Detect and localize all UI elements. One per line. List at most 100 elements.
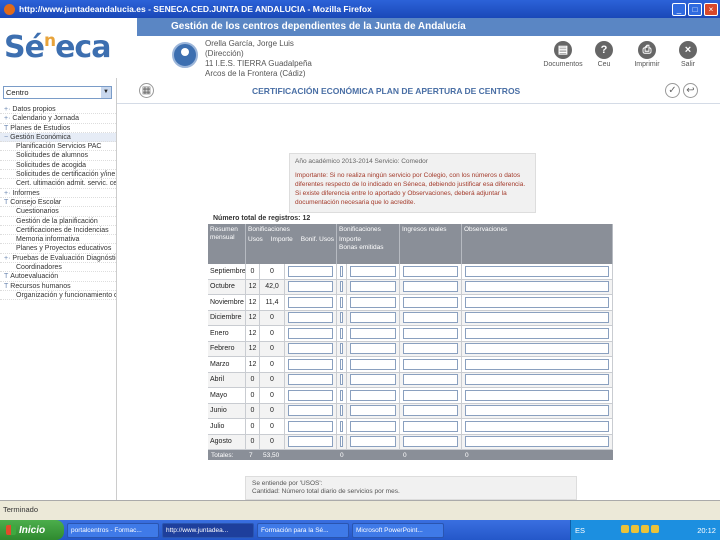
bonif-usos-input[interactable] [288, 327, 333, 339]
bonif-usos-input[interactable] [288, 343, 333, 355]
observaciones-input[interactable] [465, 420, 609, 432]
sidebar-item[interactable]: Solicitudes de acogida [0, 161, 116, 171]
sidebar-item[interactable]: Gestión de la planificación [0, 217, 116, 226]
observaciones-input[interactable] [465, 436, 609, 448]
taskbar-item[interactable]: portalcentros - Formac... [67, 522, 159, 538]
bonif-usos-input[interactable] [288, 420, 333, 432]
back-arrow-icon[interactable]: ↩ [683, 83, 698, 98]
ingresos-input[interactable] [403, 281, 458, 293]
importe-2-input[interactable] [350, 281, 396, 293]
observaciones-input[interactable] [465, 343, 609, 355]
bonif-2-input[interactable] [340, 312, 343, 324]
language-indicator[interactable]: ES [575, 526, 585, 535]
sidebar-item[interactable]: Cert. ultimación admit. servic. certi [0, 179, 116, 189]
bonif-usos-input[interactable] [288, 312, 333, 324]
bonif-2-input[interactable] [340, 296, 343, 308]
sidebar-item[interactable]: Memoria informativa [0, 235, 116, 245]
ingresos-input[interactable] [403, 436, 458, 448]
bonif-usos-input[interactable] [288, 265, 333, 277]
sidebar-item[interactable]: T Planes de Estudios [0, 124, 116, 133]
importe-2-input[interactable] [350, 296, 396, 308]
observaciones-input[interactable] [465, 312, 609, 324]
exit-button[interactable]: × Salir [664, 41, 712, 68]
sidebar-item[interactable]: +· Informes [0, 189, 116, 198]
sidebar-item[interactable]: Solicitudes de certificación y/ine [0, 170, 116, 180]
importe-2-input[interactable] [350, 436, 396, 448]
ingresos-input[interactable] [403, 265, 458, 277]
importe-2-input[interactable] [350, 374, 396, 386]
ingresos-input[interactable] [403, 343, 458, 355]
ingresos-input[interactable] [403, 312, 458, 324]
bonif-usos-input[interactable] [288, 405, 333, 417]
sidebar-item[interactable]: Planes y Proyectos educativos [0, 244, 116, 254]
bonif-2-input[interactable] [340, 281, 343, 293]
observaciones-input[interactable] [465, 374, 609, 386]
center-select[interactable]: Centro ▼ [3, 86, 112, 99]
bonif-2-input[interactable] [340, 265, 343, 277]
importe-2-input[interactable] [350, 327, 396, 339]
observaciones-input[interactable] [465, 389, 609, 401]
bonif-2-input[interactable] [340, 420, 343, 432]
ingresos-input[interactable] [403, 358, 458, 370]
maximize-button[interactable]: □ [688, 2, 702, 16]
observaciones-input[interactable] [465, 405, 609, 417]
sidebar-item[interactable]: T Autoevaluación [0, 272, 116, 282]
observaciones-input[interactable] [465, 281, 609, 293]
observaciones-input[interactable] [465, 265, 609, 277]
calculator-icon[interactable]: ▦ [139, 83, 154, 98]
importe-2-input[interactable] [350, 265, 396, 277]
bonif-usos-input[interactable] [288, 296, 333, 308]
bonif-usos-input[interactable] [288, 389, 333, 401]
sidebar-item[interactable]: Organización y funcionamiento del B [0, 291, 116, 301]
observaciones-input[interactable] [465, 296, 609, 308]
importe-2-input[interactable] [350, 358, 396, 370]
bonif-2-input[interactable] [340, 436, 343, 448]
bonif-2-input[interactable] [340, 374, 343, 386]
minimize-button[interactable]: _ [672, 2, 686, 16]
ingresos-input[interactable] [403, 327, 458, 339]
sidebar-item[interactable]: T Recursos humanos [0, 282, 116, 291]
close-window-button[interactable]: × [704, 2, 718, 16]
sidebar-item[interactable]: +· Calendario y Jornada [0, 114, 116, 124]
ingresos-input[interactable] [403, 405, 458, 417]
sidebar-item[interactable]: +· Pruebas de Evaluación Diagnóstica [0, 254, 116, 264]
importe-2-input[interactable] [350, 420, 396, 432]
observaciones-input[interactable] [465, 327, 609, 339]
taskbar-item[interactable]: http://www.juntadea... [162, 522, 254, 538]
sidebar-item[interactable]: Coordinadores [0, 263, 116, 273]
sidebar-item[interactable]: − Gestión Económica [0, 132, 116, 143]
start-button[interactable]: Inicio [0, 520, 64, 540]
tray-icon[interactable] [631, 525, 640, 533]
sidebar-item[interactable]: T Consejo Escolar [0, 198, 116, 208]
bonif-usos-input[interactable] [288, 374, 333, 386]
bonif-2-input[interactable] [340, 405, 343, 417]
help-button[interactable]: ? Ceu [580, 41, 628, 68]
ingresos-input[interactable] [403, 389, 458, 401]
importe-2-input[interactable] [350, 312, 396, 324]
importe-2-input[interactable] [350, 389, 396, 401]
bonif-usos-input[interactable] [288, 281, 333, 293]
ingresos-input[interactable] [403, 374, 458, 386]
importe-2-input[interactable] [350, 343, 396, 355]
bonif-usos-input[interactable] [288, 436, 333, 448]
sidebar-item[interactable]: Planificación Servicios PAC [0, 142, 116, 152]
bonif-2-input[interactable] [340, 327, 343, 339]
taskbar-item[interactable]: Microsoft PowerPoint... [352, 522, 444, 538]
ingresos-input[interactable] [403, 296, 458, 308]
sidebar-item[interactable]: Certificaciones de Incidencias [0, 226, 116, 236]
bonif-2-input[interactable] [340, 343, 343, 355]
bonif-usos-input[interactable] [288, 358, 333, 370]
tray-icon[interactable] [621, 525, 630, 533]
sidebar-item[interactable]: Solicitudes de alumnos [0, 151, 116, 161]
tray-icon[interactable] [641, 525, 650, 533]
taskbar-item[interactable]: Formación para la Sé... [257, 522, 349, 538]
bonif-2-input[interactable] [340, 389, 343, 401]
ingresos-input[interactable] [403, 420, 458, 432]
bonif-2-input[interactable] [340, 358, 343, 370]
importe-2-input[interactable] [350, 405, 396, 417]
sidebar-item[interactable]: +· Datos propios [0, 105, 116, 115]
sidebar-item[interactable]: Cuestionarios [0, 207, 116, 217]
tray-icon[interactable] [651, 525, 660, 533]
accept-check-icon[interactable]: ✓ [665, 83, 680, 98]
observaciones-input[interactable] [465, 358, 609, 370]
